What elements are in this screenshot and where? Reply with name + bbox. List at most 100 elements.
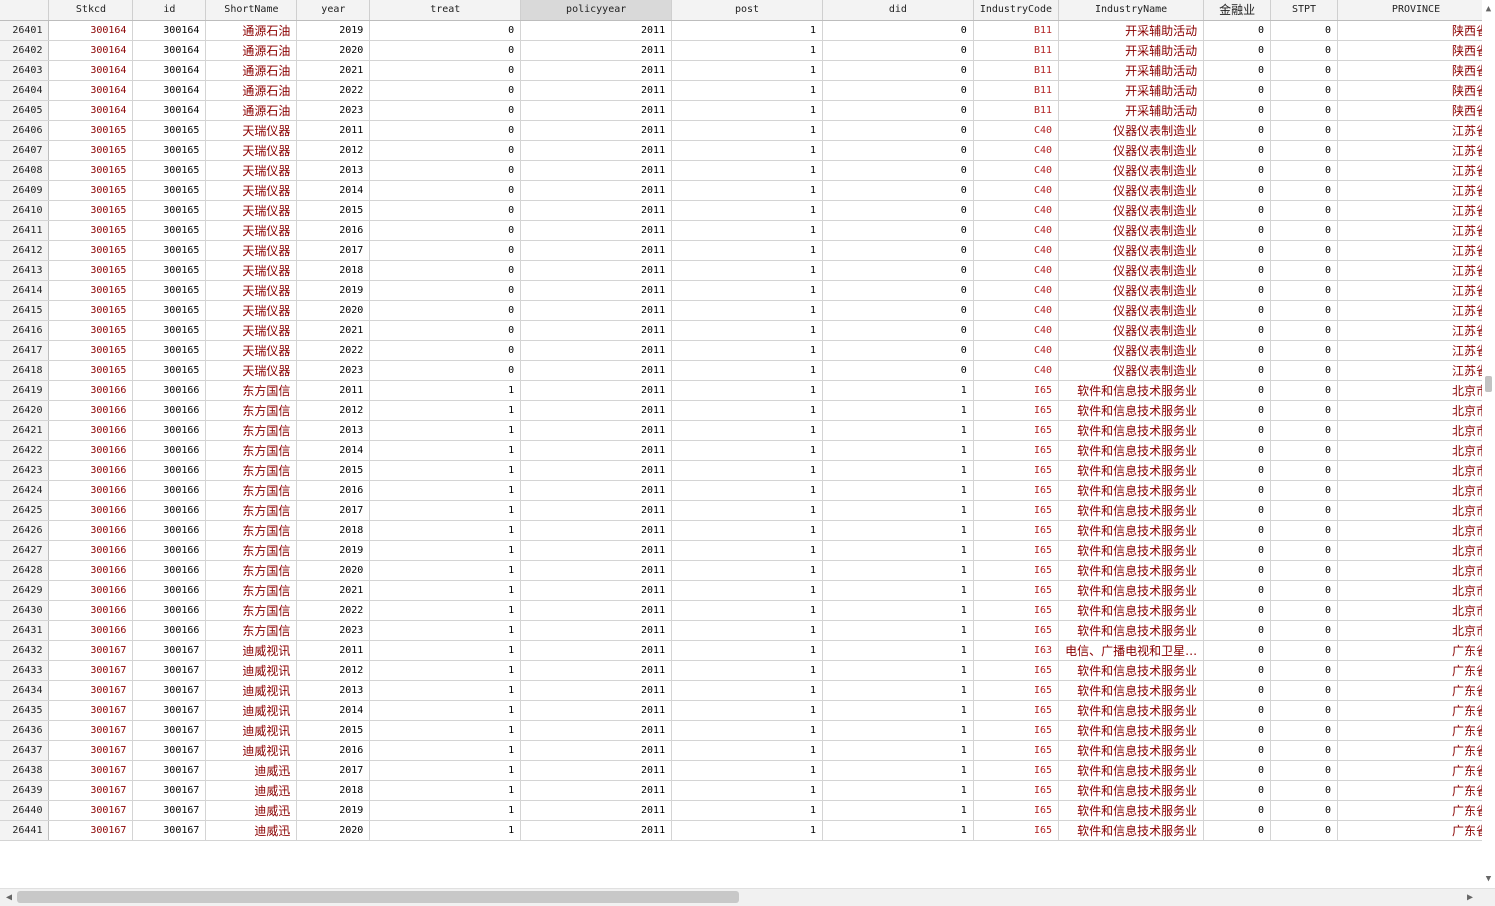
- cell[interactable]: 软件和信息技术服务业: [1058, 800, 1205, 821]
- cell[interactable]: 1: [369, 580, 522, 601]
- cell[interactable]: I65: [973, 560, 1060, 581]
- cell[interactable]: 0: [1203, 680, 1272, 701]
- cell[interactable]: 1: [369, 500, 522, 521]
- cell[interactable]: 1: [671, 400, 823, 421]
- cell[interactable]: 东方国信: [205, 560, 298, 581]
- cell[interactable]: 2013: [296, 420, 371, 441]
- row-number[interactable]: 26430: [0, 600, 50, 621]
- cell[interactable]: 0: [822, 340, 974, 361]
- cell[interactable]: 2014: [296, 440, 371, 461]
- cell[interactable]: 迪威视讯: [205, 720, 298, 741]
- cell[interactable]: 北京市: [1337, 440, 1495, 461]
- cell[interactable]: 300167: [132, 720, 207, 741]
- cell[interactable]: 东方国信: [205, 580, 298, 601]
- cell[interactable]: 北京市: [1337, 480, 1495, 501]
- cell[interactable]: 0: [1203, 700, 1272, 721]
- cell[interactable]: 0: [822, 80, 974, 101]
- cell[interactable]: C40: [973, 200, 1060, 221]
- row-number[interactable]: 26434: [0, 680, 50, 701]
- cell[interactable]: 2011: [520, 700, 673, 721]
- cell[interactable]: 300164: [48, 40, 134, 61]
- cell[interactable]: I65: [973, 740, 1060, 761]
- cell[interactable]: 0: [1203, 380, 1272, 401]
- cell[interactable]: 0: [1270, 660, 1339, 681]
- cell[interactable]: 300166: [132, 380, 207, 401]
- cell[interactable]: 0: [1270, 400, 1339, 421]
- row-number[interactable]: 26431: [0, 620, 50, 641]
- cell[interactable]: 0: [369, 20, 522, 41]
- cell[interactable]: C40: [973, 360, 1060, 381]
- cell[interactable]: 2020: [296, 40, 371, 61]
- cell[interactable]: 2011: [520, 60, 673, 81]
- cell[interactable]: 1: [671, 140, 823, 161]
- cell[interactable]: 300166: [48, 600, 134, 621]
- cell[interactable]: 0: [1270, 680, 1339, 701]
- cell[interactable]: 300165: [132, 280, 207, 301]
- row-number[interactable]: 26435: [0, 700, 50, 721]
- cell[interactable]: 300165: [48, 260, 134, 281]
- cell[interactable]: 0: [1270, 700, 1339, 721]
- cell[interactable]: 1: [369, 620, 522, 641]
- cell[interactable]: 2014: [296, 700, 371, 721]
- cell[interactable]: 2011: [520, 380, 673, 401]
- cell[interactable]: 0: [1270, 800, 1339, 821]
- cell[interactable]: 1: [671, 460, 823, 481]
- cell[interactable]: I65: [973, 380, 1060, 401]
- cell[interactable]: 0: [1203, 500, 1272, 521]
- cell[interactable]: 1: [671, 580, 823, 601]
- cell[interactable]: I65: [973, 460, 1060, 481]
- cell[interactable]: 软件和信息技术服务业: [1058, 820, 1205, 841]
- cell[interactable]: 1: [369, 760, 522, 781]
- cell[interactable]: 广东省: [1337, 820, 1495, 841]
- cell[interactable]: 仪器仪表制造业: [1058, 180, 1205, 201]
- table-row[interactable]: 26440 300167 300167 迪威迅 2019 1 2011 1 1 I65 软件和信息技…: [0, 800, 1495, 821]
- cell[interactable]: I65: [973, 800, 1060, 821]
- row-number[interactable]: 26418: [0, 360, 50, 381]
- cell[interactable]: 2012: [296, 400, 371, 421]
- cell[interactable]: 迪威迅: [205, 780, 298, 801]
- row-number[interactable]: 26439: [0, 780, 50, 801]
- cell[interactable]: 1: [369, 380, 522, 401]
- cell[interactable]: 300164: [48, 20, 134, 41]
- cell[interactable]: 2011: [520, 220, 673, 241]
- cell[interactable]: 0: [1270, 300, 1339, 321]
- cell[interactable]: 0: [1203, 220, 1272, 241]
- cell[interactable]: 1: [822, 420, 974, 441]
- cell[interactable]: 仪器仪表制造业: [1058, 340, 1205, 361]
- cell[interactable]: 迪威迅: [205, 760, 298, 781]
- cell[interactable]: 0: [822, 20, 974, 41]
- cell[interactable]: 仪器仪表制造业: [1058, 240, 1205, 261]
- table-row[interactable]: 26434 300167 300167 迪威视讯 2013 1 2011 1 1 I65 软件和信息…: [0, 680, 1495, 701]
- table-row[interactable]: 26425 300166 300166 东方国信 2017 1 2011 1 1 I65 软件和信息…: [0, 500, 1495, 521]
- cell[interactable]: I65: [973, 580, 1060, 601]
- cell[interactable]: 0: [1203, 740, 1272, 761]
- row-number[interactable]: 26406: [0, 120, 50, 141]
- cell[interactable]: 1: [671, 260, 823, 281]
- cell[interactable]: 1: [369, 560, 522, 581]
- cell[interactable]: 1: [671, 340, 823, 361]
- cell[interactable]: 1: [671, 220, 823, 241]
- cell[interactable]: 2011: [520, 80, 673, 101]
- cell[interactable]: C40: [973, 160, 1060, 181]
- cell[interactable]: 0: [1203, 540, 1272, 561]
- cell[interactable]: 0: [1270, 120, 1339, 141]
- cell[interactable]: 软件和信息技术服务业: [1058, 420, 1205, 441]
- row-number[interactable]: 26413: [0, 260, 50, 281]
- cell[interactable]: 北京市: [1337, 620, 1495, 641]
- cell[interactable]: 0: [1203, 600, 1272, 621]
- cell[interactable]: 2015: [296, 460, 371, 481]
- cell[interactable]: I65: [973, 780, 1060, 801]
- cell[interactable]: 0: [369, 340, 522, 361]
- cell[interactable]: 0: [1270, 500, 1339, 521]
- cell[interactable]: 1: [369, 800, 522, 821]
- row-number[interactable]: 26405: [0, 100, 50, 121]
- cell[interactable]: 0: [369, 360, 522, 381]
- cell[interactable]: 2011: [296, 380, 371, 401]
- cell[interactable]: 0: [822, 40, 974, 61]
- cell[interactable]: 1: [671, 380, 823, 401]
- cell[interactable]: 300167: [132, 660, 207, 681]
- cell[interactable]: 300167: [132, 820, 207, 841]
- cell[interactable]: 天瑞仪器: [205, 300, 298, 321]
- cell[interactable]: 0: [1203, 20, 1272, 41]
- cell[interactable]: 300165: [48, 180, 134, 201]
